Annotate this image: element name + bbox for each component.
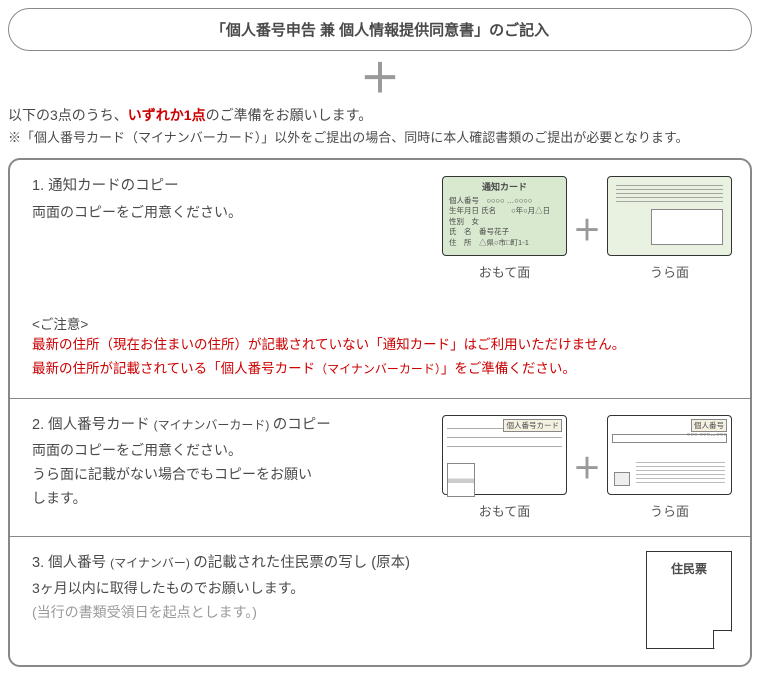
doc-title: 住民票 (647, 552, 731, 577)
notification-card-front-icon: 通知カード 個人番号 ○○○○ …○○○○ 生年月日 氏名 ○年○月△日 性別 … (442, 176, 567, 256)
big-plus-icon: ＋ (8, 59, 752, 99)
photo-placeholder-icon (447, 463, 475, 497)
notification-card-back-icon (607, 176, 732, 256)
option-2: 2. 個人番号カード (マイナンバーカード) のコピー 両面のコピーをご用意くだ… (10, 398, 750, 536)
plus-icon: ＋ (573, 209, 601, 249)
opt3-title: 3. 個人番号 (マイナンバー) の記載された住民票の写し (原本) (32, 551, 600, 576)
opt2-sub3: します。 (32, 487, 426, 511)
mynumber-card-front-icon: 個人番号カード (442, 415, 567, 495)
intro-line: 以下の3点のうち、いずれか1点のご準備をお願いします。 (8, 105, 752, 125)
back-label: うら面 (607, 501, 732, 520)
residence-certificate-icon: 住民票 (646, 551, 732, 649)
caution-line-2: 最新の住所が記載されている「個人番号カード（マイナンバーカード）」をご準備くださ… (32, 357, 732, 381)
opt3-sub2: (当行の書類受領日を起点とします。) (32, 601, 600, 625)
ic-chip-icon (614, 472, 630, 486)
intro-post: のご準備をお願いします。 (206, 107, 373, 123)
option-3: 3. 個人番号 (マイナンバー) の記載された住民票の写し (原本) 3ヶ月以内… (10, 536, 750, 665)
back-label: うら面 (607, 262, 732, 281)
opt1-cards: 通知カード 個人番号 ○○○○ …○○○○ 生年月日 氏名 ○年○月△日 性別 … (442, 176, 732, 281)
card-title: 通知カード (449, 181, 560, 194)
opt2-sub2: うら面に記載がない場合でもコピーをお願い (32, 463, 426, 487)
options-box: 1. 通知カードのコピー 両面のコピーをご用意ください。 通知カード 個人番号 … (8, 158, 752, 667)
opt2-sub1: 両面のコピーをご用意ください。 (32, 439, 426, 463)
intro-pre: 以下の3点のうち、 (8, 107, 128, 123)
header-pill: 「個人番号申告 兼 個人情報提供同意書」のご記入 (8, 8, 752, 51)
option-1: 1. 通知カードのコピー 両面のコピーをご用意ください。 通知カード 個人番号 … (10, 160, 750, 398)
intro-emphasis: いずれか1点 (128, 107, 206, 123)
opt2-title: 2. 個人番号カード (マイナンバーカード) のコピー (32, 413, 426, 438)
caution-line-1: 最新の住所（現在お住まいの住所）が記載されていない「通知カード」はご利用いただけ… (32, 333, 732, 357)
caution-header: <ご注意> (32, 313, 732, 333)
opt1-title: 1. 通知カードのコピー (32, 174, 426, 199)
front-label: おもて面 (442, 262, 567, 281)
opt1-sub: 両面のコピーをご用意ください。 (32, 201, 426, 225)
opt3-sub1: 3ヶ月以内に取得したものでお願いします。 (32, 577, 600, 601)
plus-icon: ＋ (573, 447, 601, 487)
front-label: おもて面 (442, 501, 567, 520)
opt2-cards: 個人番号カード おもて面 ＋ 個人番号 ○○○ ○○○…○○○ うら面 (442, 415, 732, 520)
mynumber-card-back-icon: 個人番号 ○○○ ○○○…○○○ (607, 415, 732, 495)
footnote: ※「個人番号カード（マイナンバーカード）」以外をご提出の場合、同時に本人確認書類… (8, 127, 752, 146)
